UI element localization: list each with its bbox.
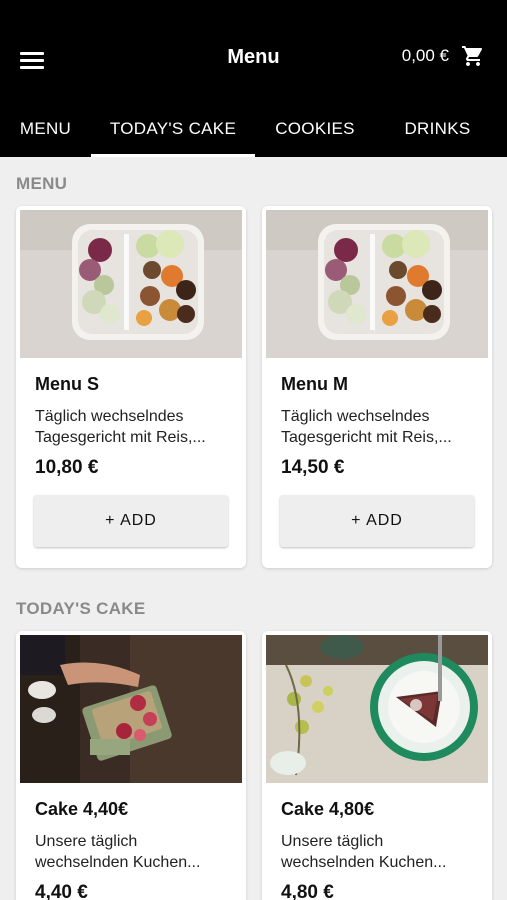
- product-name: Cake 4,80€: [281, 799, 375, 819]
- product-description: Unsere täglich wechselnden Kuchen...: [281, 831, 481, 873]
- cart-button[interactable]: 0,00 €: [402, 44, 485, 68]
- product-description-line: wechselnden Kuchen...: [281, 854, 447, 871]
- cake-slice-in-hand-photo: [20, 635, 242, 783]
- product-description-line: wechselnden Kuchen...: [35, 854, 201, 871]
- section-title-todays-cake: TODAY'S CAKE: [16, 599, 146, 618]
- product-name: Cake 4,40€: [35, 799, 129, 819]
- product-description-line: Unsere täglich: [35, 833, 138, 850]
- salad-bowl-photo: [266, 210, 488, 358]
- product-card-cake-440[interactable]: Cake 4,40€ Unsere täglich wechselnden Ku…: [16, 631, 246, 900]
- salad-bowl-photo: [20, 210, 242, 358]
- product-name: Menu M: [281, 374, 348, 394]
- product-description-line: Tagesgericht mit Reis,...: [35, 429, 206, 446]
- hamburger-menu-icon[interactable]: [20, 45, 50, 75]
- product-card-menu-m[interactable]: Menu M Täglich wechselndes Tagesgericht …: [262, 206, 492, 568]
- product-price: 14,50 €: [281, 457, 345, 478]
- product-price: 4,80 €: [281, 882, 334, 900]
- tab-menu[interactable]: MENU: [0, 100, 91, 157]
- tab-cookies[interactable]: COOKIES: [255, 100, 375, 157]
- product-description-line: Unsere täglich: [281, 833, 384, 850]
- product-description: Täglich wechselndes Tagesgericht mit Rei…: [35, 406, 235, 448]
- category-tabs: MENU TODAY'S CAKE COOKIES DRINKS: [0, 100, 507, 157]
- product-description: Unsere täglich wechselnden Kuchen...: [35, 831, 235, 873]
- product-price: 4,40 €: [35, 882, 88, 900]
- app-bar: Menu 0,00 € MENU TODAY'S CAKE COOKIES DR…: [0, 0, 507, 157]
- cart-total: 0,00 €: [401, 46, 449, 65]
- tab-drinks[interactable]: DRINKS: [375, 100, 500, 157]
- product-card-cake-480[interactable]: Cake 4,80€ Unsere täglich wechselnden Ku…: [262, 631, 492, 900]
- cake-on-plate-photo: [266, 635, 488, 783]
- product-description: Täglich wechselndes Tagesgericht mit Rei…: [281, 406, 481, 448]
- shopping-cart-icon: [461, 44, 485, 68]
- product-description-line: Täglich wechselndes: [281, 408, 430, 425]
- add-to-cart-button[interactable]: + ADD: [34, 495, 228, 547]
- product-card-menu-s[interactable]: Menu S Täglich wechselndes Tagesgericht …: [16, 206, 246, 568]
- product-name: Menu S: [35, 374, 100, 394]
- product-description-line: Tagesgericht mit Reis,...: [281, 429, 452, 446]
- section-title-menu: MENU: [16, 174, 68, 193]
- product-price: 10,80 €: [35, 457, 99, 478]
- product-description-line: Täglich wechselndes: [35, 408, 184, 425]
- add-to-cart-button[interactable]: + ADD: [280, 495, 474, 547]
- tab-todays-cake[interactable]: TODAY'S CAKE: [91, 100, 255, 157]
